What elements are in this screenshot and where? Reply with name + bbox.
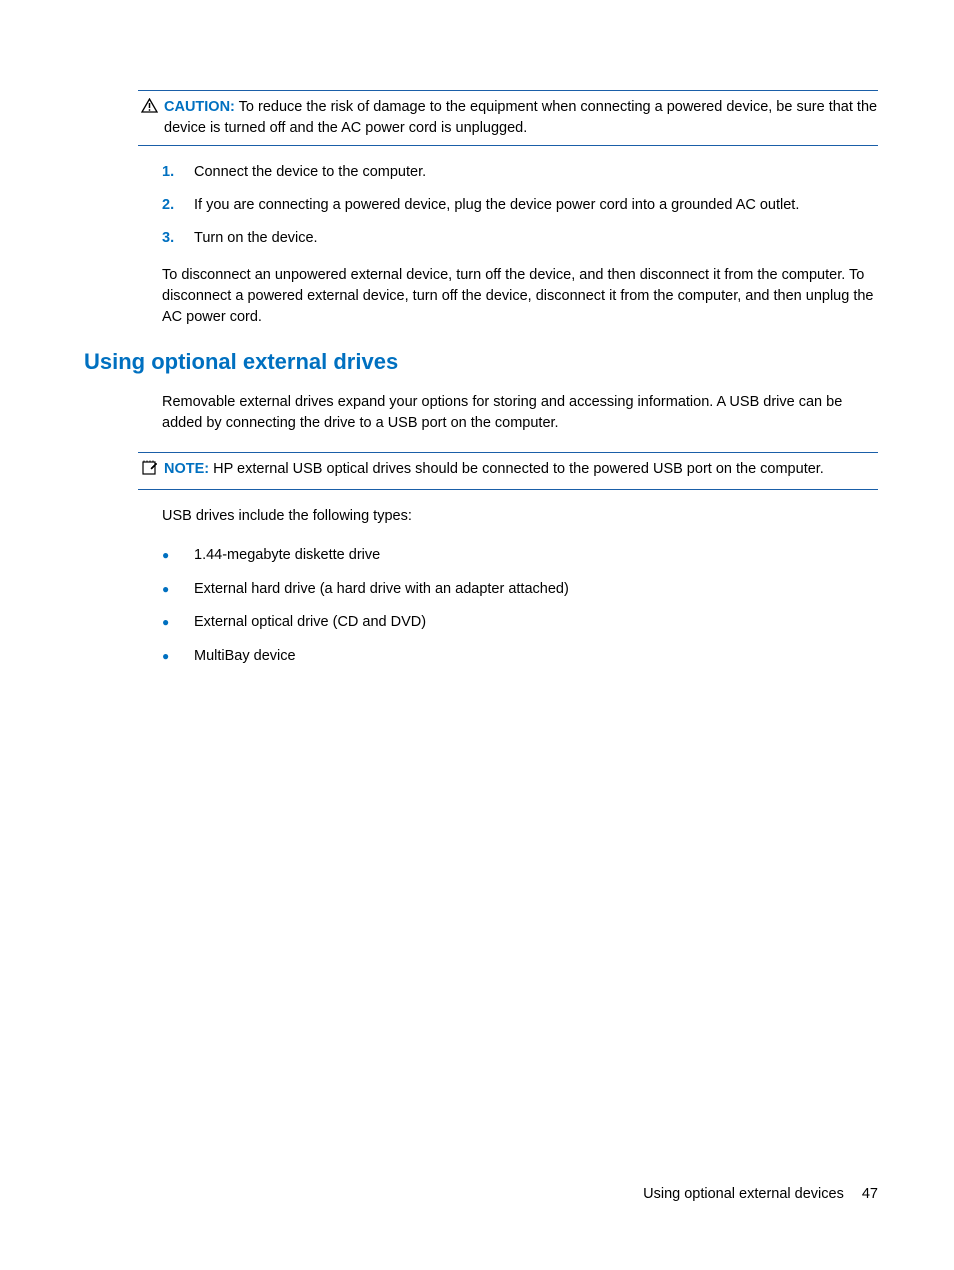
- step-item: 1. Connect the device to the computer.: [162, 162, 878, 183]
- caution-label: CAUTION:: [164, 99, 235, 115]
- note-icon: [138, 460, 160, 483]
- step-number: 2.: [162, 195, 194, 216]
- step-number: 3.: [162, 228, 194, 249]
- list-item-text: External optical drive (CD and DVD): [194, 612, 426, 634]
- usb-types-list: ● 1.44-megabyte diskette drive ● Externa…: [162, 545, 878, 667]
- list-item: ● 1.44-megabyte diskette drive: [162, 545, 878, 567]
- caution-icon: [138, 98, 160, 120]
- note-body: NOTE: HP external USB optical drives sho…: [164, 459, 878, 480]
- list-item-text: MultiBay device: [194, 646, 296, 668]
- disconnect-paragraph: To disconnect an unpowered external devi…: [162, 265, 878, 328]
- note-box: NOTE: HP external USB optical drives sho…: [138, 452, 878, 490]
- bullet-icon: ●: [162, 646, 194, 668]
- step-text: Turn on the device.: [194, 228, 318, 249]
- note-text: HP external USB optical drives should be…: [213, 461, 824, 477]
- bullet-icon: ●: [162, 612, 194, 634]
- list-item: ● External hard drive (a hard drive with…: [162, 579, 878, 601]
- page-footer: Using optional external devices 47: [643, 1184, 878, 1205]
- note-label: NOTE:: [164, 461, 209, 477]
- step-text: Connect the device to the computer.: [194, 162, 426, 183]
- usb-intro: USB drives include the following types:: [162, 506, 878, 527]
- caution-text: To reduce the risk of damage to the equi…: [164, 99, 877, 136]
- caution-body: CAUTION: To reduce the risk of damage to…: [164, 97, 878, 139]
- steps-list: 1. Connect the device to the computer. 2…: [162, 162, 878, 249]
- list-item-text: External hard drive (a hard drive with a…: [194, 579, 569, 601]
- footer-section-title: Using optional external devices: [643, 1186, 844, 1202]
- list-item: ● External optical drive (CD and DVD): [162, 612, 878, 634]
- step-item: 2. If you are connecting a powered devic…: [162, 195, 878, 216]
- removable-paragraph: Removable external drives expand your op…: [162, 392, 878, 434]
- caution-box: CAUTION: To reduce the risk of damage to…: [138, 90, 878, 146]
- footer-page-number: 47: [862, 1186, 878, 1202]
- list-item: ● MultiBay device: [162, 646, 878, 668]
- bullet-icon: ●: [162, 579, 194, 601]
- bullet-icon: ●: [162, 545, 194, 567]
- step-item: 3. Turn on the device.: [162, 228, 878, 249]
- list-item-text: 1.44-megabyte diskette drive: [194, 545, 380, 567]
- step-text: If you are connecting a powered device, …: [194, 195, 799, 216]
- section-heading: Using optional external drives: [84, 346, 878, 378]
- step-number: 1.: [162, 162, 194, 183]
